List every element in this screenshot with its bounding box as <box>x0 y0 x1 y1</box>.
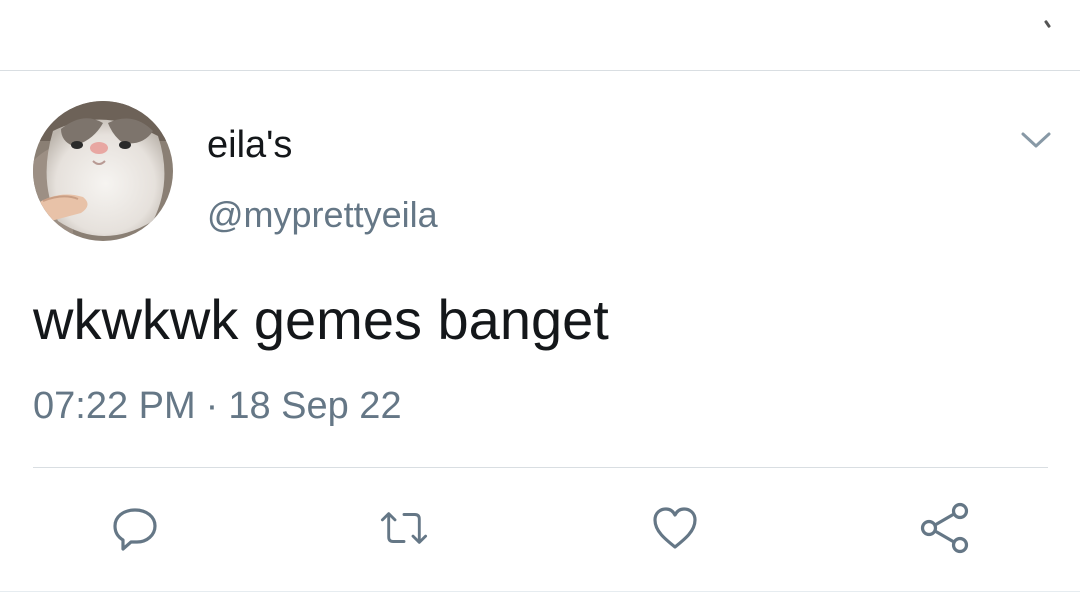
avatar[interactable] <box>33 101 173 241</box>
bottom-divider <box>0 591 1080 592</box>
top-bar <box>0 0 1080 70</box>
share-icon <box>920 502 969 554</box>
retweet-button[interactable] <box>377 501 431 555</box>
actions-divider <box>33 467 1048 468</box>
tweet-time: 07:22 PM <box>33 385 196 427</box>
like-button[interactable] <box>648 501 702 555</box>
tweet-text: wkwkwk gemes banget <box>33 288 609 351</box>
tweet-date: 18 Sep 22 <box>228 385 402 427</box>
display-name[interactable]: eila's <box>207 123 292 167</box>
tweet-timestamp[interactable]: 07:22 PM · 18 Sep 22 <box>33 384 402 428</box>
retweet-icon <box>380 512 428 544</box>
heart-icon <box>653 507 697 549</box>
cat-avatar-image <box>33 101 173 241</box>
tweet-card: eila's @myprettyeila wkwkwk gemes banget… <box>0 71 1080 607</box>
share-button[interactable] <box>918 501 972 555</box>
reply-icon <box>113 508 157 551</box>
reply-button[interactable] <box>108 501 162 555</box>
user-handle[interactable]: @myprettyeila <box>207 194 438 236</box>
meta-separator: · <box>205 385 219 427</box>
status-mark <box>1043 19 1052 29</box>
chevron-down-icon[interactable] <box>1018 127 1054 153</box>
